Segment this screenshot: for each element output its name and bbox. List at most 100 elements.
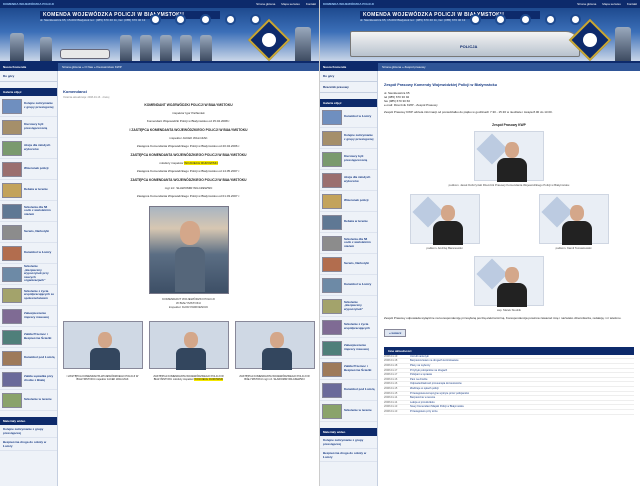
gallery-label[interactable]: Szkolenia dla 58 osób z wieloletnim staż… bbox=[24, 205, 55, 217]
gallery-label[interactable]: Szkolenie „Bezpieczny wypoczynek” bbox=[344, 300, 375, 312]
gallery-item[interactable]: Wizerunek policji bbox=[0, 159, 57, 180]
spokesman-link[interactable]: Rzecznik prasowy bbox=[320, 82, 377, 93]
back-button[interactable]: « wstecz bbox=[384, 328, 407, 337]
gallery-item[interactable]: Akcja dla młodych wyborców bbox=[0, 138, 57, 159]
gallery-label[interactable]: Karambol pod Łomżą bbox=[344, 388, 375, 392]
deputy-photo[interactable] bbox=[62, 321, 143, 370]
gallery-label[interactable]: Serwis, Narkotyki bbox=[344, 262, 369, 266]
gallery-thumbnail[interactable] bbox=[2, 287, 22, 303]
gallery-thumbnail[interactable] bbox=[322, 361, 342, 377]
gallery-item[interactable]: Debata w terenie bbox=[320, 212, 377, 233]
gallery-thumbnail[interactable] bbox=[2, 371, 22, 387]
news-row[interactable]: 2008-04-13 Przestępstwo przy torze bbox=[384, 410, 634, 415]
gallery-label[interactable]: Debata w terenie bbox=[24, 188, 48, 192]
news-link[interactable]: Pani na drodze bbox=[410, 378, 427, 382]
gallery-label[interactable]: Karambol pod Łomżą bbox=[24, 356, 55, 360]
spokesman-photo[interactable] bbox=[474, 131, 544, 182]
gallery-label[interactable]: Zabiła Przemoc i Bezpieczne Ścieżki bbox=[24, 333, 55, 340]
video-link[interactable]: Bezpieczna droga do szkoły w Łomży bbox=[320, 449, 377, 462]
gallery-label[interactable]: Kierowcy byli przestępczością bbox=[344, 155, 375, 162]
gallery-thumbnail[interactable] bbox=[2, 119, 22, 135]
gallery-label[interactable]: Karambol w Łomży bbox=[344, 283, 371, 287]
deputy-photo[interactable] bbox=[148, 321, 229, 370]
gallery-thumbnail[interactable] bbox=[322, 319, 342, 335]
gallery-label[interactable]: Zabezpieczenie imprezy masowej bbox=[24, 312, 55, 319]
news-link[interactable]: Lekcja w przedszkolu bbox=[410, 401, 435, 405]
gallery-thumbnail[interactable] bbox=[322, 235, 342, 251]
gallery-item[interactable]: Karambol w Łomży bbox=[320, 107, 377, 128]
gallery-label[interactable]: Wizerunek policji bbox=[24, 167, 48, 171]
gallery-item[interactable]: Szkolenie „Bezpieczny wypoczynek przy na… bbox=[0, 264, 57, 285]
gallery-label[interactable]: Debata w terenie bbox=[344, 220, 368, 224]
gallery-thumbnail[interactable] bbox=[2, 266, 22, 282]
video-link[interactable]: Bezpieczna droga do szkoły w Łomży bbox=[0, 438, 57, 451]
gallery-item[interactable]: Szkolenia dla 58 osób z wieloletnim staż… bbox=[0, 201, 57, 222]
gallery-thumbnail[interactable] bbox=[322, 214, 342, 230]
news-link[interactable]: Plany na wyborcy bbox=[410, 364, 430, 368]
back-to-top-link[interactable]: Do góry bbox=[0, 71, 57, 82]
news-link[interactable]: Policjant w sprawie bbox=[410, 373, 432, 377]
gallery-item[interactable]: Karambol pod Łomżą bbox=[320, 380, 377, 401]
gallery-thumbnail[interactable] bbox=[322, 277, 342, 293]
home-link[interactable]: Strona główna bbox=[577, 2, 596, 6]
gallery-item[interactable]: Kierowcy byli przestępczością bbox=[0, 117, 57, 138]
gallery-item[interactable]: Kolejne zatrzymanie z grupy przestępczej bbox=[320, 128, 377, 149]
news-link[interactable]: Nowy Komendant Miejski Policji w Białyms… bbox=[410, 405, 464, 409]
gallery-label[interactable]: Karambol w Łomży bbox=[24, 251, 51, 255]
gallery-item[interactable]: Szkolenie z życia współpracujących ze sp… bbox=[0, 285, 57, 306]
gallery-label[interactable]: Zabezpieczenie imprezy masowej bbox=[344, 344, 375, 351]
gallery-item[interactable]: Wizerunek policji bbox=[320, 191, 377, 212]
gallery-label[interactable]: Zabiła sąsiadka przy drodze z Białej bbox=[24, 375, 55, 382]
gallery-item[interactable]: Serwis, Narkotyki bbox=[0, 222, 57, 243]
gallery-thumbnail[interactable] bbox=[2, 329, 22, 345]
news-link[interactable]: Przybyło policjantów na drogach bbox=[410, 369, 447, 373]
gallery-thumbnail[interactable] bbox=[322, 172, 342, 188]
gallery-item[interactable]: Zabiła sąsiadka przy drodze z Białej bbox=[0, 369, 57, 390]
gallery-thumbnail[interactable] bbox=[322, 403, 342, 419]
gallery-label[interactable]: Akcja dla młodych wyborców bbox=[24, 144, 55, 151]
gallery-label[interactable]: Szkolenia dla 58 osób z wieloletnim staż… bbox=[344, 237, 375, 249]
gallery-item[interactable]: Szkolenie w terenie bbox=[0, 390, 57, 411]
news-link[interactable]: Uczulił narkotyki bbox=[410, 355, 429, 359]
gallery-thumbnail[interactable] bbox=[322, 298, 342, 314]
officer-photo[interactable] bbox=[474, 256, 544, 308]
gallery-item[interactable]: Szkolenie „Bezpieczny wypoczynek” bbox=[320, 296, 377, 317]
gallery-item[interactable]: Karambol w Łomży bbox=[0, 243, 57, 264]
news-link[interactable]: Bezpiecznie w terenie bbox=[410, 396, 435, 400]
gallery-thumbnail[interactable] bbox=[2, 245, 22, 261]
gallery-thumbnail[interactable] bbox=[322, 340, 342, 356]
gallery-thumbnail[interactable] bbox=[322, 151, 342, 167]
gallery-label[interactable]: Szkolenie w terenie bbox=[24, 398, 52, 402]
gallery-item[interactable]: Debata w terenie bbox=[0, 180, 57, 201]
gallery-label[interactable]: Szkolenie z życia współpracujących bbox=[344, 323, 375, 330]
gallery-thumbnail[interactable] bbox=[2, 161, 22, 177]
gallery-item[interactable]: Kierowcy byli przestępczością bbox=[320, 149, 377, 170]
gallery-item[interactable]: Karambol pod Łomżą bbox=[0, 348, 57, 369]
gallery-thumbnail[interactable] bbox=[2, 98, 22, 114]
gallery-item[interactable]: Szkolenia dla 58 osób z wieloletnim staż… bbox=[320, 233, 377, 254]
breadcrumb[interactable]: Strona główna » O Nas » Kierownictwo KWP bbox=[58, 63, 319, 71]
news-link[interactable]: Przestępstwa korupcyjne wykryte przez po… bbox=[410, 392, 469, 396]
gallery-item[interactable]: Zabezpieczenie imprezy masowej bbox=[0, 306, 57, 327]
gallery-label[interactable]: Karambol w Łomży bbox=[344, 115, 371, 119]
news-link[interactable]: Przestępstwo przy torze bbox=[410, 410, 438, 414]
breadcrumb[interactable]: Strona główna » Zespół prasowy bbox=[378, 63, 640, 71]
news-link[interactable]: Bezpieczeństwo na drogach kontrolowane bbox=[410, 359, 459, 363]
gallery-item[interactable]: Akcja dla młodych wyborców bbox=[320, 170, 377, 191]
gallery-thumbnail[interactable] bbox=[322, 193, 342, 209]
gallery-item[interactable]: Zabiła Przemoc i Bezpieczne Ścieżki bbox=[320, 359, 377, 380]
video-link[interactable]: Kolejne zatrzymanie z grupy przestępczej bbox=[320, 436, 377, 449]
home-link[interactable]: Strona główna bbox=[256, 2, 275, 6]
gallery-label[interactable]: Szkolenie z życia współpracujących ze sp… bbox=[24, 289, 55, 301]
contact-link[interactable]: Kontakt bbox=[306, 2, 316, 6]
gallery-label[interactable]: Zabiła Przemoc i Bezpieczne Ścieżki bbox=[344, 365, 375, 372]
contact-link[interactable]: Kontakt bbox=[627, 2, 637, 6]
gallery-label[interactable]: Kolejne zatrzymanie z grupy przestępczej bbox=[24, 102, 55, 109]
gallery-thumbnail[interactable] bbox=[2, 182, 22, 198]
deputy-photo[interactable] bbox=[234, 321, 315, 370]
sitemap-link[interactable]: Mapa serwisu bbox=[281, 2, 300, 6]
gallery-thumbnail[interactable] bbox=[2, 140, 22, 156]
gallery-item[interactable]: Kolejne zatrzymanie z grupy przestępczej bbox=[0, 96, 57, 117]
gallery-label[interactable]: Kolejne zatrzymanie z grupy przestępczej bbox=[344, 134, 375, 141]
gallery-thumbnail[interactable] bbox=[322, 382, 342, 398]
